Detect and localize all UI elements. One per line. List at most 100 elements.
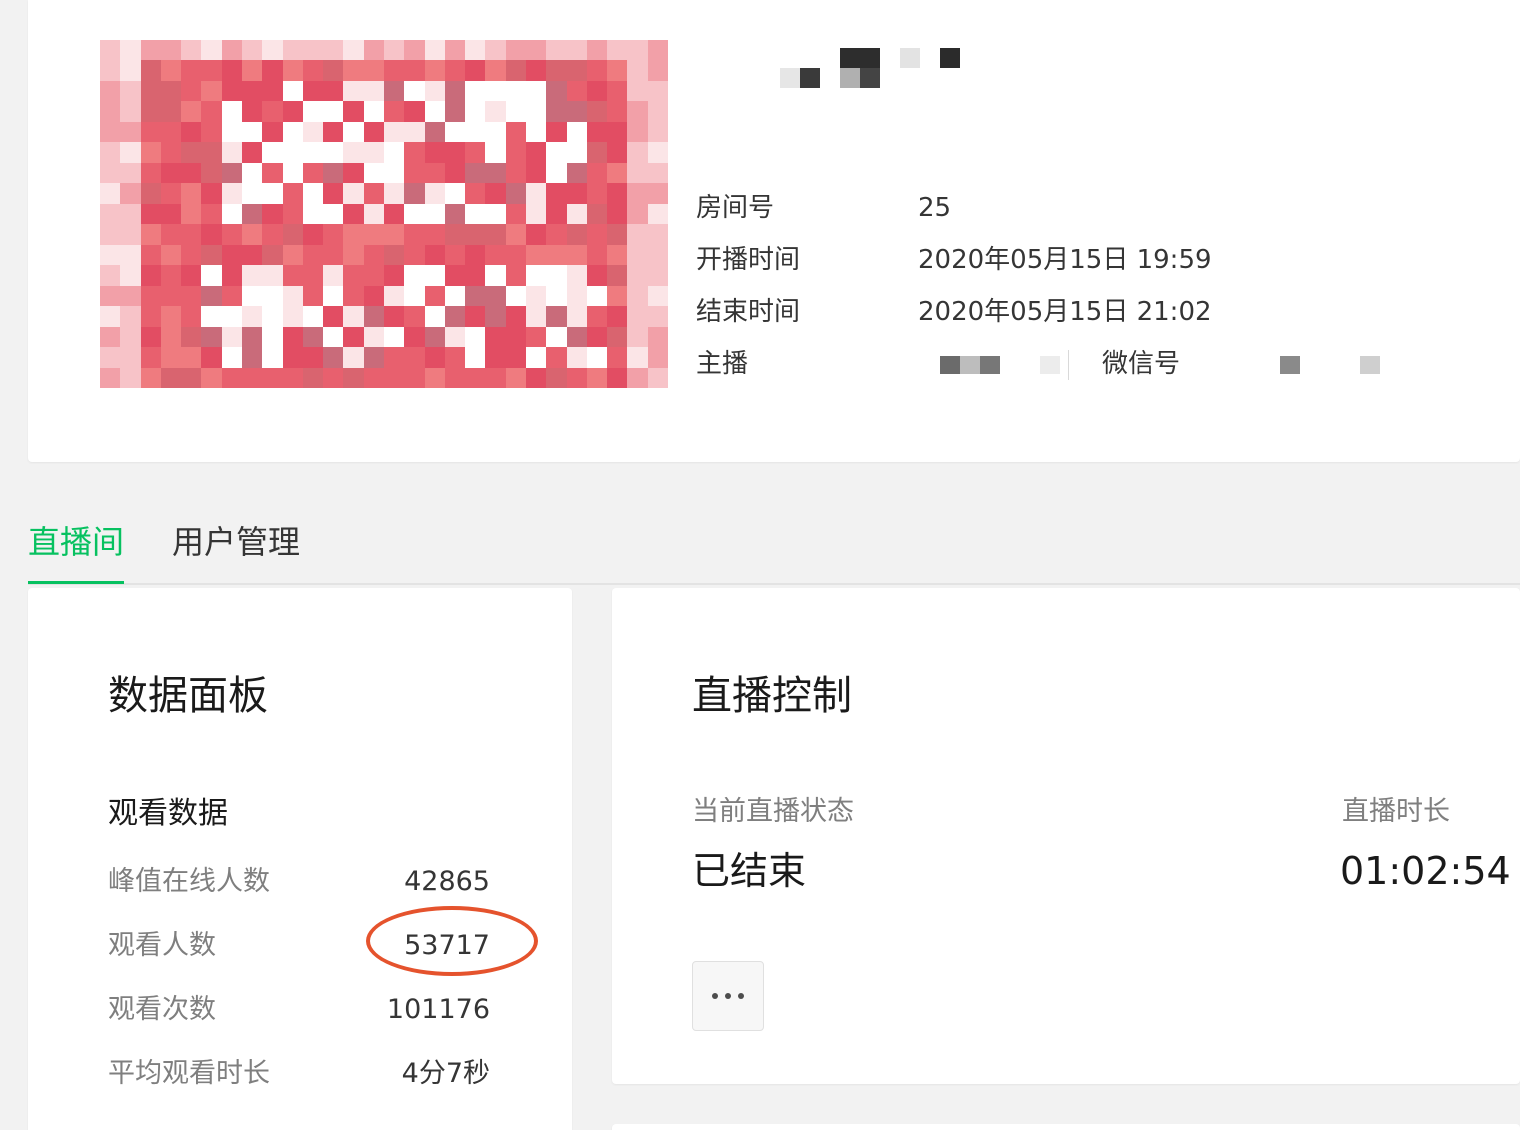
cover-mosaic-tile	[505, 183, 527, 205]
cover-mosaic-tile	[100, 367, 121, 388]
cover-mosaic-tile	[201, 306, 223, 328]
cover-mosaic-tile	[160, 101, 182, 123]
cover-mosaic-tile	[546, 183, 568, 205]
cover-mosaic-tile	[140, 121, 162, 143]
cover-mosaic-tile	[323, 265, 345, 287]
cover-mosaic-tile	[647, 80, 668, 102]
cover-mosaic-tile	[242, 367, 263, 388]
cover-mosaic-tile	[160, 285, 182, 307]
cover-mosaic-tile	[627, 183, 649, 205]
cover-mosaic-tile	[140, 347, 162, 369]
cover-mosaic-tile	[181, 60, 203, 82]
cover-mosaic-tile	[221, 162, 243, 184]
anchor-label: 主播	[696, 349, 749, 379]
cover-mosaic-tile	[160, 183, 182, 205]
cover-mosaic-tile	[262, 367, 284, 388]
cover-mosaic-tile	[100, 142, 121, 164]
cover-mosaic-tile	[302, 40, 324, 61]
cover-mosaic-tile	[627, 40, 649, 61]
cover-mosaic-tile	[647, 121, 668, 143]
cover-mosaic-tile	[120, 60, 142, 82]
cover-mosaic-tile	[363, 183, 385, 205]
cover-mosaic-tile	[302, 265, 324, 287]
cover-mosaic-tile	[505, 347, 527, 369]
tab-user-management[interactable]: 用户管理	[172, 520, 300, 564]
cover-mosaic-tile	[242, 60, 263, 82]
cover-mosaic-tile	[384, 244, 405, 266]
cover-mosaic-tile	[160, 224, 182, 246]
cover-mosaic-tile	[221, 367, 243, 388]
cover-mosaic-tile	[526, 347, 547, 369]
cover-mosaic-tile	[586, 162, 608, 184]
cover-mosaic-tile	[627, 244, 649, 266]
cover-mosaic-tile	[404, 285, 426, 307]
tab-live-room[interactable]: 直播间	[28, 520, 124, 564]
cover-mosaic-tile	[140, 326, 162, 348]
cover-mosaic-tile	[160, 265, 182, 287]
cover-mosaic-tile	[526, 183, 547, 205]
cover-mosaic-tile	[343, 224, 365, 246]
stat-row-avg-duration: 平均观看时长 4分7秒	[108, 1054, 528, 1094]
cover-mosaic-tile	[323, 203, 345, 225]
cover-mosaic-tile	[465, 224, 487, 246]
cover-mosaic-tile	[140, 306, 162, 328]
end-time-label: 结束时间	[696, 297, 801, 327]
cover-mosaic-tile	[282, 40, 304, 61]
cover-mosaic-tile	[465, 265, 487, 287]
cover-mosaic-tile	[384, 203, 405, 225]
cover-mosaic-tile	[465, 203, 487, 225]
cover-mosaic-tile	[120, 285, 142, 307]
cover-mosaic-tile	[140, 244, 162, 266]
cover-mosaic-tile	[282, 121, 304, 143]
cover-mosaic-tile	[505, 40, 527, 61]
cover-mosaic-tile	[181, 40, 203, 61]
cover-mosaic-tile	[485, 326, 507, 348]
cover-mosaic-tile	[586, 244, 608, 266]
cover-mosaic-tile	[120, 306, 142, 328]
cover-mosaic-tile	[526, 203, 547, 225]
cover-mosaic-tile	[586, 183, 608, 205]
cover-mosaic-tile	[160, 347, 182, 369]
anchor-divider	[1068, 350, 1069, 380]
room-number-value: 25	[918, 193, 952, 223]
cover-mosaic-tile	[363, 306, 385, 328]
cover-mosaic-tile	[444, 60, 466, 82]
cover-mosaic-tile	[607, 265, 629, 287]
start-time-value: 2020年05月15日 19:59	[918, 245, 1212, 275]
live-status-label: 当前直播状态	[692, 796, 854, 827]
cover-mosaic-tile	[485, 142, 507, 164]
cover-mosaic-tile	[647, 285, 668, 307]
cover-mosaic-tile	[465, 162, 487, 184]
cover-mosaic-tile	[424, 101, 446, 123]
cover-mosaic-tile	[485, 244, 507, 266]
cover-mosaic-tile	[302, 80, 324, 102]
cover-mosaic-tile	[140, 142, 162, 164]
stat-value: 42865	[404, 866, 490, 897]
cover-mosaic-tile	[262, 306, 284, 328]
cover-mosaic-tile	[546, 367, 568, 388]
cover-mosaic-tile	[282, 244, 304, 266]
cover-mosaic-tile	[404, 80, 426, 102]
cover-mosaic-tile	[160, 203, 182, 225]
cover-mosaic-tile	[546, 224, 568, 246]
cover-mosaic-tile	[221, 121, 243, 143]
cover-mosaic-tile	[262, 60, 284, 82]
cover-mosaic-tile	[160, 121, 182, 143]
cover-mosaic-tile	[647, 203, 668, 225]
cover-mosaic-tile	[607, 224, 629, 246]
cover-mosaic-tile	[323, 101, 345, 123]
more-actions-button[interactable]	[692, 961, 764, 1031]
cover-mosaic-tile	[485, 183, 507, 205]
cover-mosaic-tile	[282, 326, 304, 348]
cover-mosaic-tile	[526, 367, 547, 388]
cover-mosaic-tile	[221, 244, 243, 266]
cover-mosaic-tile	[424, 40, 446, 61]
cover-mosaic-tile	[627, 80, 649, 102]
cover-mosaic-tile	[242, 326, 263, 348]
cover-mosaic-tile	[323, 121, 345, 143]
cover-mosaic-tile	[546, 203, 568, 225]
cover-mosaic-tile	[282, 265, 304, 287]
cover-mosaic-tile	[607, 162, 629, 184]
cover-mosaic-tile	[323, 367, 345, 388]
cover-mosaic-tile	[465, 326, 487, 348]
